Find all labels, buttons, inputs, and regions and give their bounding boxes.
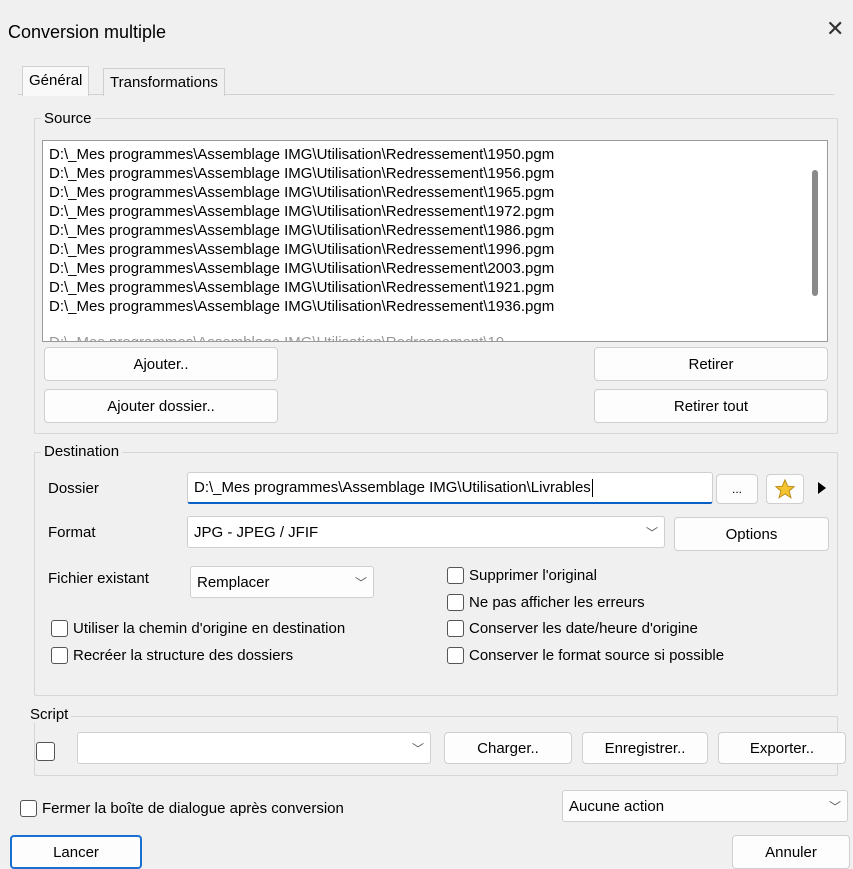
no-errors-label: Ne pas afficher les erreurs [469, 594, 645, 611]
destination-legend: Destination [41, 443, 123, 460]
browse-button[interactable]: ... [716, 474, 758, 504]
list-item[interactable]: D:\_Mes programmes\Assemblage IMG\Utilis… [49, 259, 554, 278]
script-select[interactable]: ﹀ [77, 732, 431, 764]
list-item[interactable]: D:\_Mes programmes\Assemblage IMG\Utilis… [49, 278, 554, 297]
text-caret [591, 478, 593, 497]
keep-datetime-label: Conserver les date/heure d'origine [469, 620, 698, 637]
script-legend: Script [27, 706, 72, 723]
list-item-partial[interactable]: D:\_Mes programmes\Assemblage IMG\Utilis… [49, 333, 513, 341]
cancel-button[interactable]: Annuler [732, 835, 850, 869]
export-script-button[interactable]: Exporter.. [718, 732, 846, 764]
existing-file-label: Fichier existant [48, 570, 149, 587]
keep-source-format-checkbox[interactable] [447, 647, 464, 664]
use-origin-path-checkbox[interactable] [51, 620, 68, 637]
list-item[interactable]: D:\_Mes programmes\Assemblage IMG\Utilis… [49, 183, 554, 202]
delete-original-checkbox[interactable] [447, 567, 464, 584]
list-item[interactable]: D:\_Mes programmes\Assemblage IMG\Utilis… [49, 202, 554, 221]
list-scrollbar-thumb[interactable] [812, 170, 818, 296]
recreate-structure-label: Recréer la structure des dossiers [73, 647, 294, 664]
add-button[interactable]: Ajouter.. [44, 347, 278, 381]
save-script-button[interactable]: Enregistrer.. [582, 732, 708, 764]
no-errors-checkbox[interactable] [447, 594, 464, 611]
post-action-value: Aucune action [569, 797, 665, 815]
close-after-label: Fermer la boîte de dialogue après conver… [42, 800, 344, 817]
remove-button[interactable]: Retirer [594, 347, 828, 381]
keep-datetime-checkbox[interactable] [447, 620, 464, 637]
chevron-down-icon: ﹀ [828, 799, 841, 814]
tab-transformations[interactable]: Transformations [103, 68, 225, 96]
folder-input[interactable]: D:\_Mes programmes\Assemblage IMG\Utilis… [187, 472, 713, 504]
remove-all-button[interactable]: Retirer tout [594, 389, 828, 423]
launch-button[interactable]: Lancer [10, 835, 142, 869]
list-item[interactable]: D:\_Mes programmes\Assemblage IMG\Utilis… [49, 297, 554, 316]
existing-file-select[interactable]: Remplacer ﹀ [190, 566, 374, 598]
list-item[interactable]: D:\_Mes programmes\Assemblage IMG\Utilis… [49, 145, 554, 164]
list-item[interactable]: D:\_Mes programmes\Assemblage IMG\Utilis… [49, 164, 554, 183]
chevron-down-icon: ﹀ [354, 575, 367, 590]
folder-input-value: D:\_Mes programmes\Assemblage IMG\Utilis… [194, 479, 591, 496]
delete-original-label: Supprimer l'original [469, 567, 597, 584]
favorite-star-icon[interactable] [766, 474, 804, 504]
chevron-down-icon: ﹀ [411, 741, 424, 756]
keep-source-format-label: Conserver le format source si possible [469, 647, 725, 664]
play-arrow-icon[interactable] [816, 480, 828, 500]
tab-general[interactable]: Général [22, 66, 90, 96]
options-button[interactable]: Options [674, 517, 829, 551]
post-action-select[interactable]: Aucune action ﹀ [562, 790, 848, 822]
add-folder-button[interactable]: Ajouter dossier.. [44, 389, 278, 423]
chevron-down-icon: ﹀ [645, 525, 658, 540]
use-origin-path-label: Utiliser la chemin d'origine en destinat… [73, 620, 346, 637]
list-item[interactable]: D:\_Mes programmes\Assemblage IMG\Utilis… [49, 221, 554, 240]
load-script-button[interactable]: Charger.. [444, 732, 572, 764]
close-after-checkbox[interactable] [20, 800, 37, 817]
recreate-structure-checkbox[interactable] [51, 647, 68, 664]
format-select[interactable]: JPG - JPEG / JFIF ﹀ [187, 516, 665, 548]
close-icon[interactable]: ✕ [826, 18, 844, 40]
window-title: Conversion multiple [8, 22, 167, 42]
script-enable-checkbox[interactable] [36, 742, 55, 761]
format-select-value: JPG - JPEG / JFIF [194, 523, 319, 541]
list-item[interactable]: D:\_Mes programmes\Assemblage IMG\Utilis… [49, 240, 554, 259]
source-file-list[interactable]: D:\_Mes programmes\Assemblage IMG\Utilis… [42, 140, 828, 342]
folder-label: Dossier [48, 480, 99, 497]
source-legend: Source [41, 110, 95, 127]
existing-file-value: Remplacer [197, 573, 270, 591]
format-label: Format [48, 524, 96, 541]
